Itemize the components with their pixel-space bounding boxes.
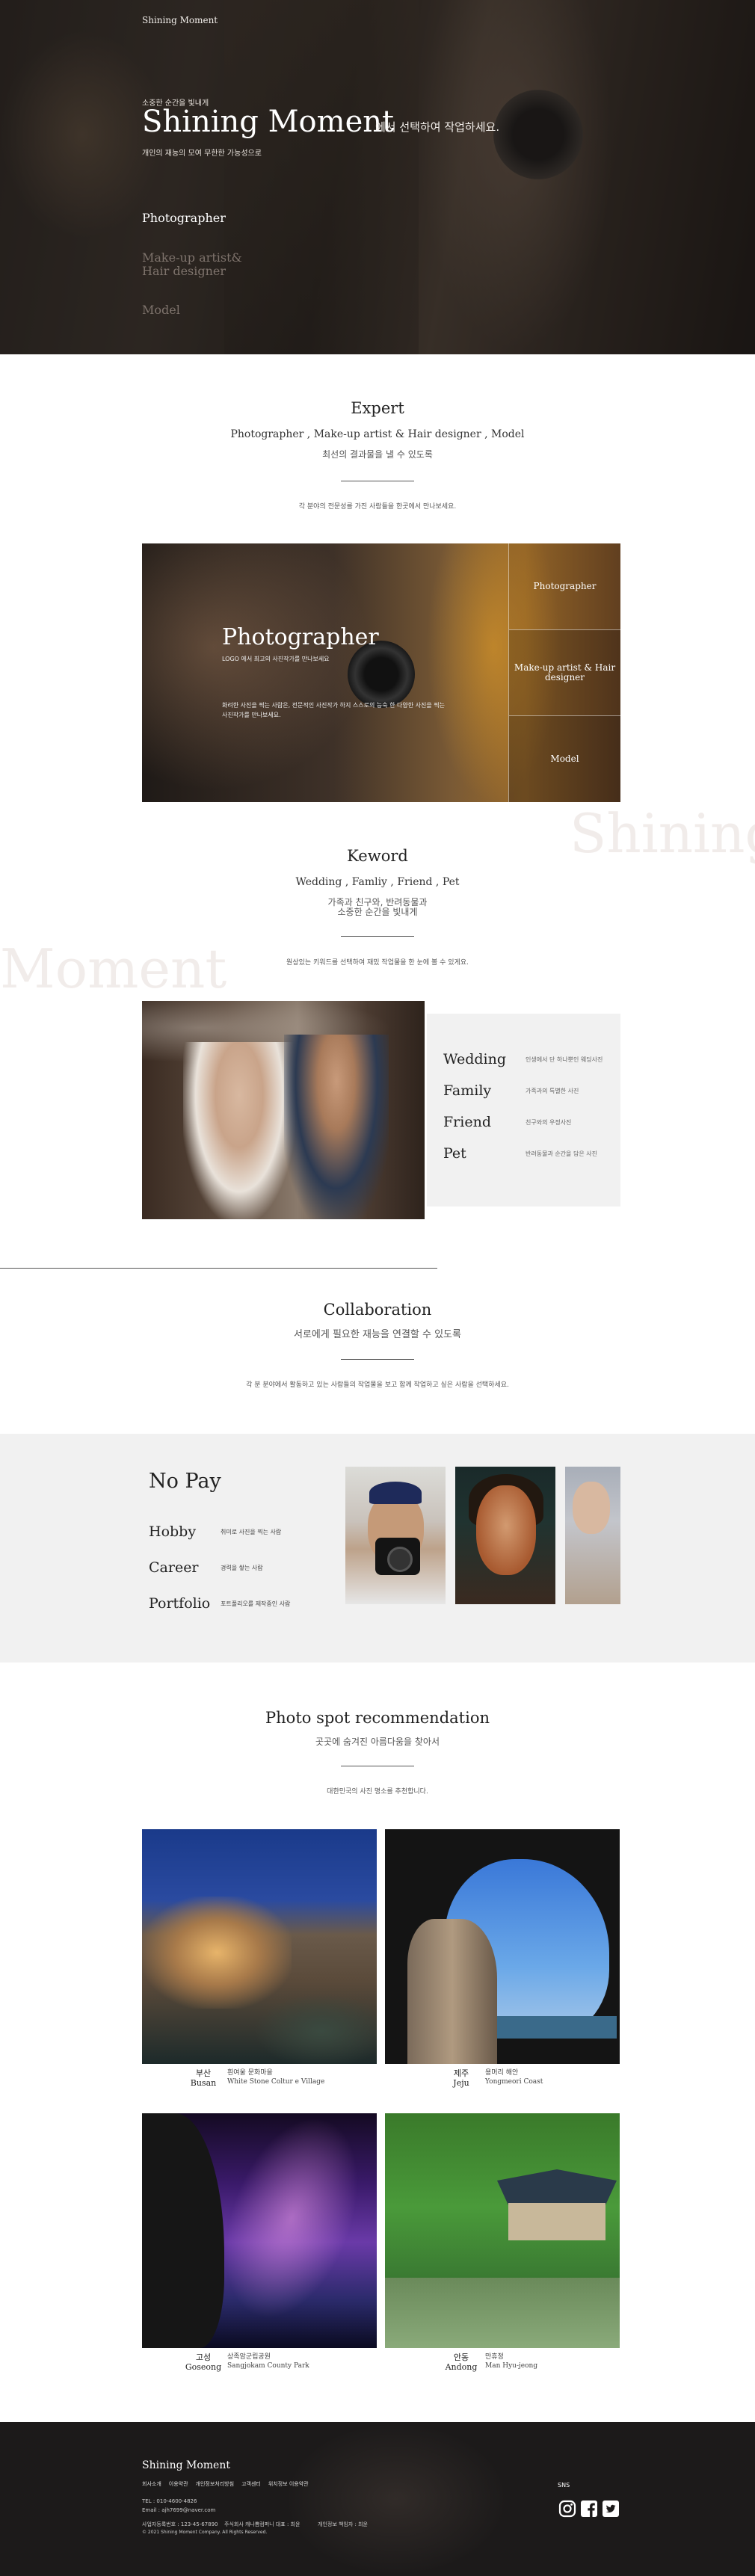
spots-subtitle: 곳곳에 숨겨진 아름다움을 찾아서 xyxy=(315,1737,440,1747)
nopay-item-career[interactable]: Career 경력을 쌓는 사람 xyxy=(149,1559,263,1576)
footer-privacy-officer: 개인정보 책임자 : 최윤 xyxy=(318,2521,368,2527)
footer-tel: TEL : 010-4600-4826 xyxy=(142,2498,197,2504)
hero-menu-makeup[interactable]: Make-up artist& Hair designer xyxy=(142,251,269,278)
nopay-title: No Pay xyxy=(149,1470,221,1493)
hero-title: Shining Moment xyxy=(142,105,395,139)
footer-link-location-terms[interactable]: 위치정보 이용약관 xyxy=(268,2480,309,2488)
collaboration-desc: 각 분 분야에서 활동하고 있는 사람들의 작업물을 보고 함께 작업하고 싶은… xyxy=(246,1381,509,1389)
footer-link-support[interactable]: 고객센터 xyxy=(241,2480,261,2488)
spot-caption-jeju: 제주 Jeju 용머리 해안 Yongmeori Coast xyxy=(453,2068,543,2088)
section-divider xyxy=(0,1268,437,1269)
hero-title-suffix: 에서 선택하여 작업하세요. xyxy=(375,120,500,134)
photographer-photo[interactable] xyxy=(345,1467,446,1604)
footer-logo[interactable]: Shining Moment xyxy=(142,2459,230,2471)
keyword-subtitle2-line2: 소중한 순간을 빛내게 xyxy=(337,907,418,917)
expert-panel: Photographer LOGO 에서 최고의 사진작가를 만나보세요 화려한… xyxy=(142,543,620,802)
spots-title: Photo spot recommendation xyxy=(265,1709,490,1727)
footer-company: 주식회사 캐나쁨컴퍼니 대표 : 최윤 xyxy=(224,2521,301,2527)
keyword-item-family[interactable]: Family 가족과의 특별한 사진 xyxy=(443,1082,579,1099)
spots-desc: 대한민국의 사진 명소를 추천합니다. xyxy=(327,1788,428,1796)
divider xyxy=(341,936,414,937)
expert-subtitle2: 최선의 결과물을 낼 수 있도록 xyxy=(322,449,433,460)
footer-link-about[interactable]: 회사소개 xyxy=(142,2480,161,2488)
collaboration-title: Collaboration xyxy=(323,1301,432,1319)
footer-copyright: © 2021 Shining Moment Company. All Right… xyxy=(142,2530,268,2535)
panel-desc: 화려한 사진을 찍는 사람은, 전문적인 사진작가 하지 스스로의 능숙 한 다… xyxy=(222,702,446,718)
panel-tab-makeup[interactable]: Make-up artist & Hair designer xyxy=(508,629,620,715)
footer-biz-number: 사업자등록번호 : 123-45-67890 xyxy=(142,2521,218,2527)
sns-icons xyxy=(558,2499,620,2518)
expert-desc: 각 분야의 전문성를 가진 사람들을 한곳에서 만나보세요. xyxy=(298,503,457,511)
panel-tab-model[interactable]: Model xyxy=(508,715,620,802)
footer-email: Email : ajh7699@naver.com xyxy=(142,2507,216,2513)
hero-menu-model[interactable]: Model xyxy=(142,303,180,317)
panel-caption: LOGO 에서 최고의 사진작가를 만나보세요 xyxy=(222,656,330,662)
spot-caption-busan: 부산 Busan 흰여울 문화마을 White Stone Coltur e Vil… xyxy=(190,2068,325,2088)
expert-title: Expert xyxy=(351,399,404,417)
footer-links: 회사소개 이용약관 개인정보처리방침 고객센터 위치정보 이용약관 xyxy=(142,2480,309,2488)
keyword-item-wedding[interactable]: Wedding 인생에서 단 하나뿐인 웨딩사진 xyxy=(443,1051,603,1067)
footer-link-privacy[interactable]: 개인정보처리방침 xyxy=(196,2480,235,2488)
nopay-item-portfolio[interactable]: Portfolio 포트폴리오를 제작중인 사람 xyxy=(149,1595,290,1612)
hero-section: Shining Moment 소중한 순간을 빛내게 Shining Momen… xyxy=(0,0,755,354)
nopay-item-hobby[interactable]: Hobby 취미로 사진을 찍는 사람 xyxy=(149,1523,281,1540)
facebook-icon[interactable] xyxy=(579,2499,598,2518)
keyword-desc: 원상있는 키워드를 선택하여 재밌 작업물을 한 눈에 볼 수 있게요. xyxy=(286,959,469,967)
keyword-title: Keword xyxy=(347,847,408,865)
spot-caption-goseong: 고성 Goseong 상족암군립공원 Sangjokam County Park xyxy=(185,2352,309,2372)
keyword-list: Wedding 인생에서 단 하나뿐인 웨딩사진 Family 가족과의 특별한… xyxy=(427,1014,620,1207)
sns-label: SNS xyxy=(558,2482,570,2489)
expert-subtitle: Photographer , Make-up artist & Hair des… xyxy=(230,428,525,440)
nopay-section: No Pay Hobby 취미로 사진을 찍는 사람 Career 경력을 쌓는… xyxy=(0,1434,755,1663)
hero-menu-photographer[interactable]: Photographer xyxy=(142,211,226,225)
spot-photo-jeju[interactable] xyxy=(385,1829,620,2064)
keyword-subtitle: Wedding , Famliy , Friend , Pet xyxy=(295,876,460,888)
site-logo[interactable]: Shining Moment xyxy=(142,15,218,25)
portrait-photo[interactable] xyxy=(565,1467,620,1604)
keyword-item-pet[interactable]: Pet 반려동물과 순간을 담은 사진 xyxy=(443,1145,597,1162)
model-photo[interactable] xyxy=(455,1467,555,1604)
instagram-icon[interactable] xyxy=(558,2499,576,2518)
spot-photo-goseong[interactable] xyxy=(142,2113,377,2348)
spot-caption-andong: 안동 Andong 만휴정 Man Hyu-jeong xyxy=(445,2352,538,2372)
keyword-item-friend[interactable]: Friend 친구와의 우정사진 xyxy=(443,1114,571,1130)
spot-photo-andong[interactable] xyxy=(385,2113,620,2348)
footer: Shining Moment 회사소개 이용약관 개인정보처리방침 고객센터 위… xyxy=(0,2422,755,2576)
spot-photo-busan[interactable] xyxy=(142,1829,377,2064)
footer-link-terms[interactable]: 이용약관 xyxy=(169,2480,188,2488)
collaboration-subtitle: 서로에게 필요한 재능을 연결할 수 있도록 xyxy=(294,1329,461,1340)
hero-subtitle: 개인의 재능의 모여 무한한 가능성으로 xyxy=(142,150,262,158)
divider xyxy=(341,1359,414,1360)
camera-image xyxy=(348,641,415,708)
watermark-moment: Moment xyxy=(0,937,227,1000)
twitter-icon[interactable] xyxy=(601,2499,620,2518)
panel-title: Photographer xyxy=(222,624,379,650)
wedding-photo xyxy=(142,1001,425,1219)
panel-tab-photographer[interactable]: Photographer xyxy=(508,543,620,629)
